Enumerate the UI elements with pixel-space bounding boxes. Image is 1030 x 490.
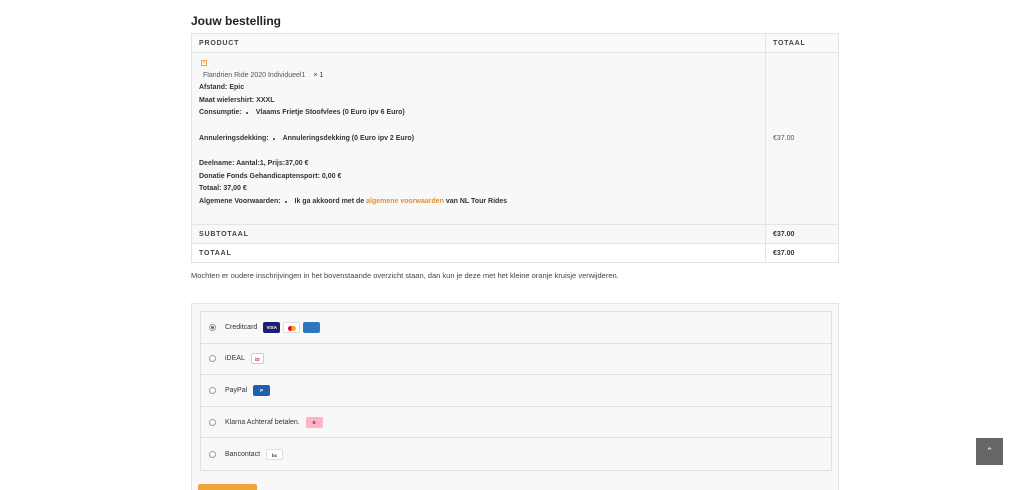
payment-option-bancontact[interactable]: Bancontact bc — [201, 438, 831, 470]
meta-donatie: Donatie Fonds Gehandicaptensport: 0,00 € — [199, 172, 342, 180]
meta-maat: Maat wielershirt: XXXL — [199, 96, 275, 104]
total-row: TOTAAL €37.00 — [191, 243, 839, 263]
payment-label: Klarna Achteraf betalen. — [225, 418, 300, 426]
meta-consumptie-label: Consumptie: — [199, 109, 242, 116]
chevron-up-icon: ⌃ — [985, 446, 994, 456]
meta-afstand: Afstand: Epic — [199, 84, 245, 91]
order-heading: Jouw bestelling — [191, 14, 282, 28]
mastercard-icon — [283, 321, 301, 333]
payment-section: Creditcard VISA iDEAL iD PayPal P Klarna… — [191, 303, 839, 490]
product-quantity: × 1 — [313, 71, 324, 79]
bancontact-icon: bc — [266, 448, 284, 460]
terms-link[interactable]: algemene voorwaarden — [366, 198, 444, 205]
payment-label: Bancontact — [225, 450, 261, 458]
ideal-icon: iD — [250, 353, 264, 365]
payment-label: PayPal — [225, 386, 248, 394]
payment-option-ideal[interactable]: iDEAL iD — [201, 344, 831, 376]
total-value: €37.00 — [765, 243, 839, 263]
meta-voorwaarden-label: Algemene Voorwaarden: — [199, 197, 281, 205]
payment-label: Creditcard — [225, 323, 258, 331]
col-total-header: TOTAAL — [765, 33, 839, 53]
product-name: Flandrien Ride 2020 Individueel1 — [203, 71, 306, 79]
info-note: Mochten er oudere inschrijvingen in het … — [191, 271, 619, 280]
radio-bancontact[interactable] — [209, 450, 216, 458]
payment-option-creditcard[interactable]: Creditcard VISA — [201, 312, 831, 344]
place-order-button[interactable] — [198, 484, 257, 490]
col-product-header: PRODUCT — [191, 33, 766, 53]
product-cell: × Flandrien Ride 2020 Individueel1 × 1 A… — [191, 52, 766, 225]
table-header-row: PRODUCT TOTAAL — [191, 33, 839, 53]
paypal-icon: P — [253, 384, 271, 396]
subtotal-label: SUBTOTAAL — [191, 224, 766, 244]
product-total: €37.00 — [765, 52, 839, 225]
radio-ideal[interactable] — [209, 355, 216, 363]
scroll-to-top-button[interactable]: ⌃ — [976, 438, 1003, 465]
subtotal-value: €37.00 — [765, 224, 839, 244]
radio-klarna[interactable] — [209, 418, 216, 426]
total-label: TOTAAL — [191, 243, 766, 263]
payment-method-list: Creditcard VISA iDEAL iD PayPal P Klarna… — [200, 311, 832, 471]
visa-icon: VISA — [263, 321, 281, 333]
remove-item-icon[interactable]: × — [201, 60, 207, 66]
meta-consumptie-value: Vlaams Frietje Stoofvlees (0 Euro ipv 6 … — [255, 109, 405, 116]
meta-totaal: Totaal: 37,00 € — [199, 185, 247, 192]
meta-voorwaarden-prefix: Ik ga akkoord met de — [294, 197, 365, 205]
payment-label: iDEAL — [225, 355, 245, 363]
product-row: × Flandrien Ride 2020 Individueel1 × 1 A… — [191, 52, 839, 225]
meta-voorwaarden-suffix: van NL Tour Rides — [445, 197, 508, 205]
meta-deelname: Deelname: Aantal:1, Prijs:37,00 € — [199, 160, 309, 167]
radio-paypal[interactable] — [209, 386, 216, 394]
klarna-icon: K — [305, 416, 323, 428]
subtotal-row: SUBTOTAAL €37.00 — [191, 224, 839, 244]
payment-option-paypal[interactable]: PayPal P — [201, 375, 831, 407]
meta-annulering-label: Annuleringsdekking: — [199, 134, 269, 142]
radio-creditcard[interactable] — [209, 323, 216, 331]
meta-annulering-value: Annuleringsdekking (0 Euro ipv 2 Euro) — [282, 134, 415, 142]
order-table: PRODUCT TOTAAL × Flandrien Ride 2020 Ind… — [191, 33, 839, 263]
payment-option-klarna[interactable]: Klarna Achteraf betalen. K — [201, 407, 831, 439]
amex-icon — [303, 321, 321, 333]
